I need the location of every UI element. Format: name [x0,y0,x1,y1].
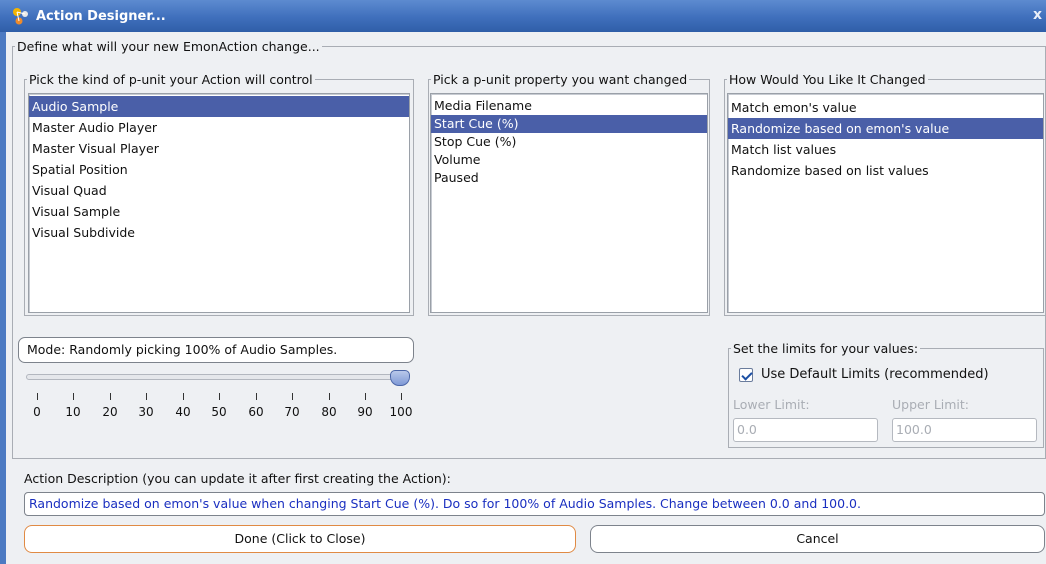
slider-tick [292,393,293,400]
list-item[interactable]: Match emon's value [728,97,1043,118]
limits-legend: Set the limits for your values: [733,341,919,356]
list-item[interactable]: Randomize based on list values [728,160,1043,181]
slider-tick-label: 70 [284,405,300,419]
description-field[interactable]: Randomize based on emon's value when cha… [24,492,1045,516]
list-item[interactable]: Master Audio Player [29,117,409,138]
use-default-limits-label[interactable]: Use Default Limits (recommended) [761,367,989,382]
slider-tick-label: 0 [33,405,41,419]
mode-display: Mode: Randomly picking 100% of Audio Sam… [18,337,414,363]
slider-tick [365,393,366,400]
change-method-legend: How Would You Like It Changed [729,72,926,87]
lower-limit-field[interactable]: 0.0 [733,418,878,442]
slider-tick-label: 60 [248,405,264,419]
list-item[interactable]: Audio Sample [29,96,409,117]
list-item[interactable]: Media Filename [431,97,707,115]
cancel-button[interactable]: Cancel [590,525,1045,553]
lower-limit-label: Lower Limit: [733,397,810,412]
slider-tick [219,393,220,400]
list-item[interactable]: Spatial Position [29,159,409,180]
list-item[interactable]: Randomize based on emon's value [728,118,1043,139]
list-item[interactable]: Visual Subdivide [29,222,409,243]
list-item[interactable]: Master Visual Player [29,138,409,159]
upper-limit-field[interactable]: 100.0 [892,418,1037,442]
slider-tick [110,393,111,400]
description-label: Action Description (you can update it af… [24,471,451,486]
slider-tick-label: 40 [175,405,191,419]
slider-tick [329,393,330,400]
punit-kind-legend: Pick the kind of p-unit your Action will… [29,72,313,87]
slider-tick-label: 20 [102,405,118,419]
slider-tick-label: 30 [138,405,154,419]
list-item[interactable]: Paused [431,169,707,187]
punit-kind-list[interactable]: Audio Sample Master Audio Player Master … [28,93,410,313]
percent-slider-thumb[interactable] [390,370,410,386]
punit-property-list[interactable]: Media Filename Start Cue (%) Stop Cue (%… [430,93,708,313]
slider-tick [401,393,402,400]
window-title: Action Designer... [36,8,166,24]
slider-tick-label: 90 [357,405,373,419]
list-item[interactable]: Match list values [728,139,1043,160]
slider-tick [183,393,184,400]
slider-tick-label: 80 [321,405,337,419]
slider-tick [256,393,257,400]
done-button[interactable]: Done (Click to Close) [24,525,576,553]
slider-tick [73,393,74,400]
app-icon [13,8,28,25]
slider-tick-label: 50 [211,405,227,419]
slider-tick-label: 100 [389,405,413,419]
percent-slider-track[interactable] [26,374,404,380]
list-item[interactable]: Start Cue (%) [431,115,707,133]
main-group-legend: Define what will your new EmonAction cha… [17,39,320,54]
close-icon[interactable]: x [1033,7,1042,23]
slider-tick [37,393,38,400]
list-item[interactable]: Volume [431,151,707,169]
slider-tick [146,393,147,400]
use-default-limits-checkbox[interactable] [739,368,753,382]
slider-tick-label: 10 [65,405,81,419]
punit-property-legend: Pick a p-unit property you want changed [433,72,688,87]
list-item[interactable]: Stop Cue (%) [431,133,707,151]
upper-limit-label: Upper Limit: [892,397,970,412]
change-method-list[interactable]: Match emon's value Randomize based on em… [727,93,1044,313]
list-item[interactable]: Visual Quad [29,180,409,201]
title-bar: Action Designer... x [0,0,1046,32]
list-item[interactable]: Visual Sample [29,201,409,222]
